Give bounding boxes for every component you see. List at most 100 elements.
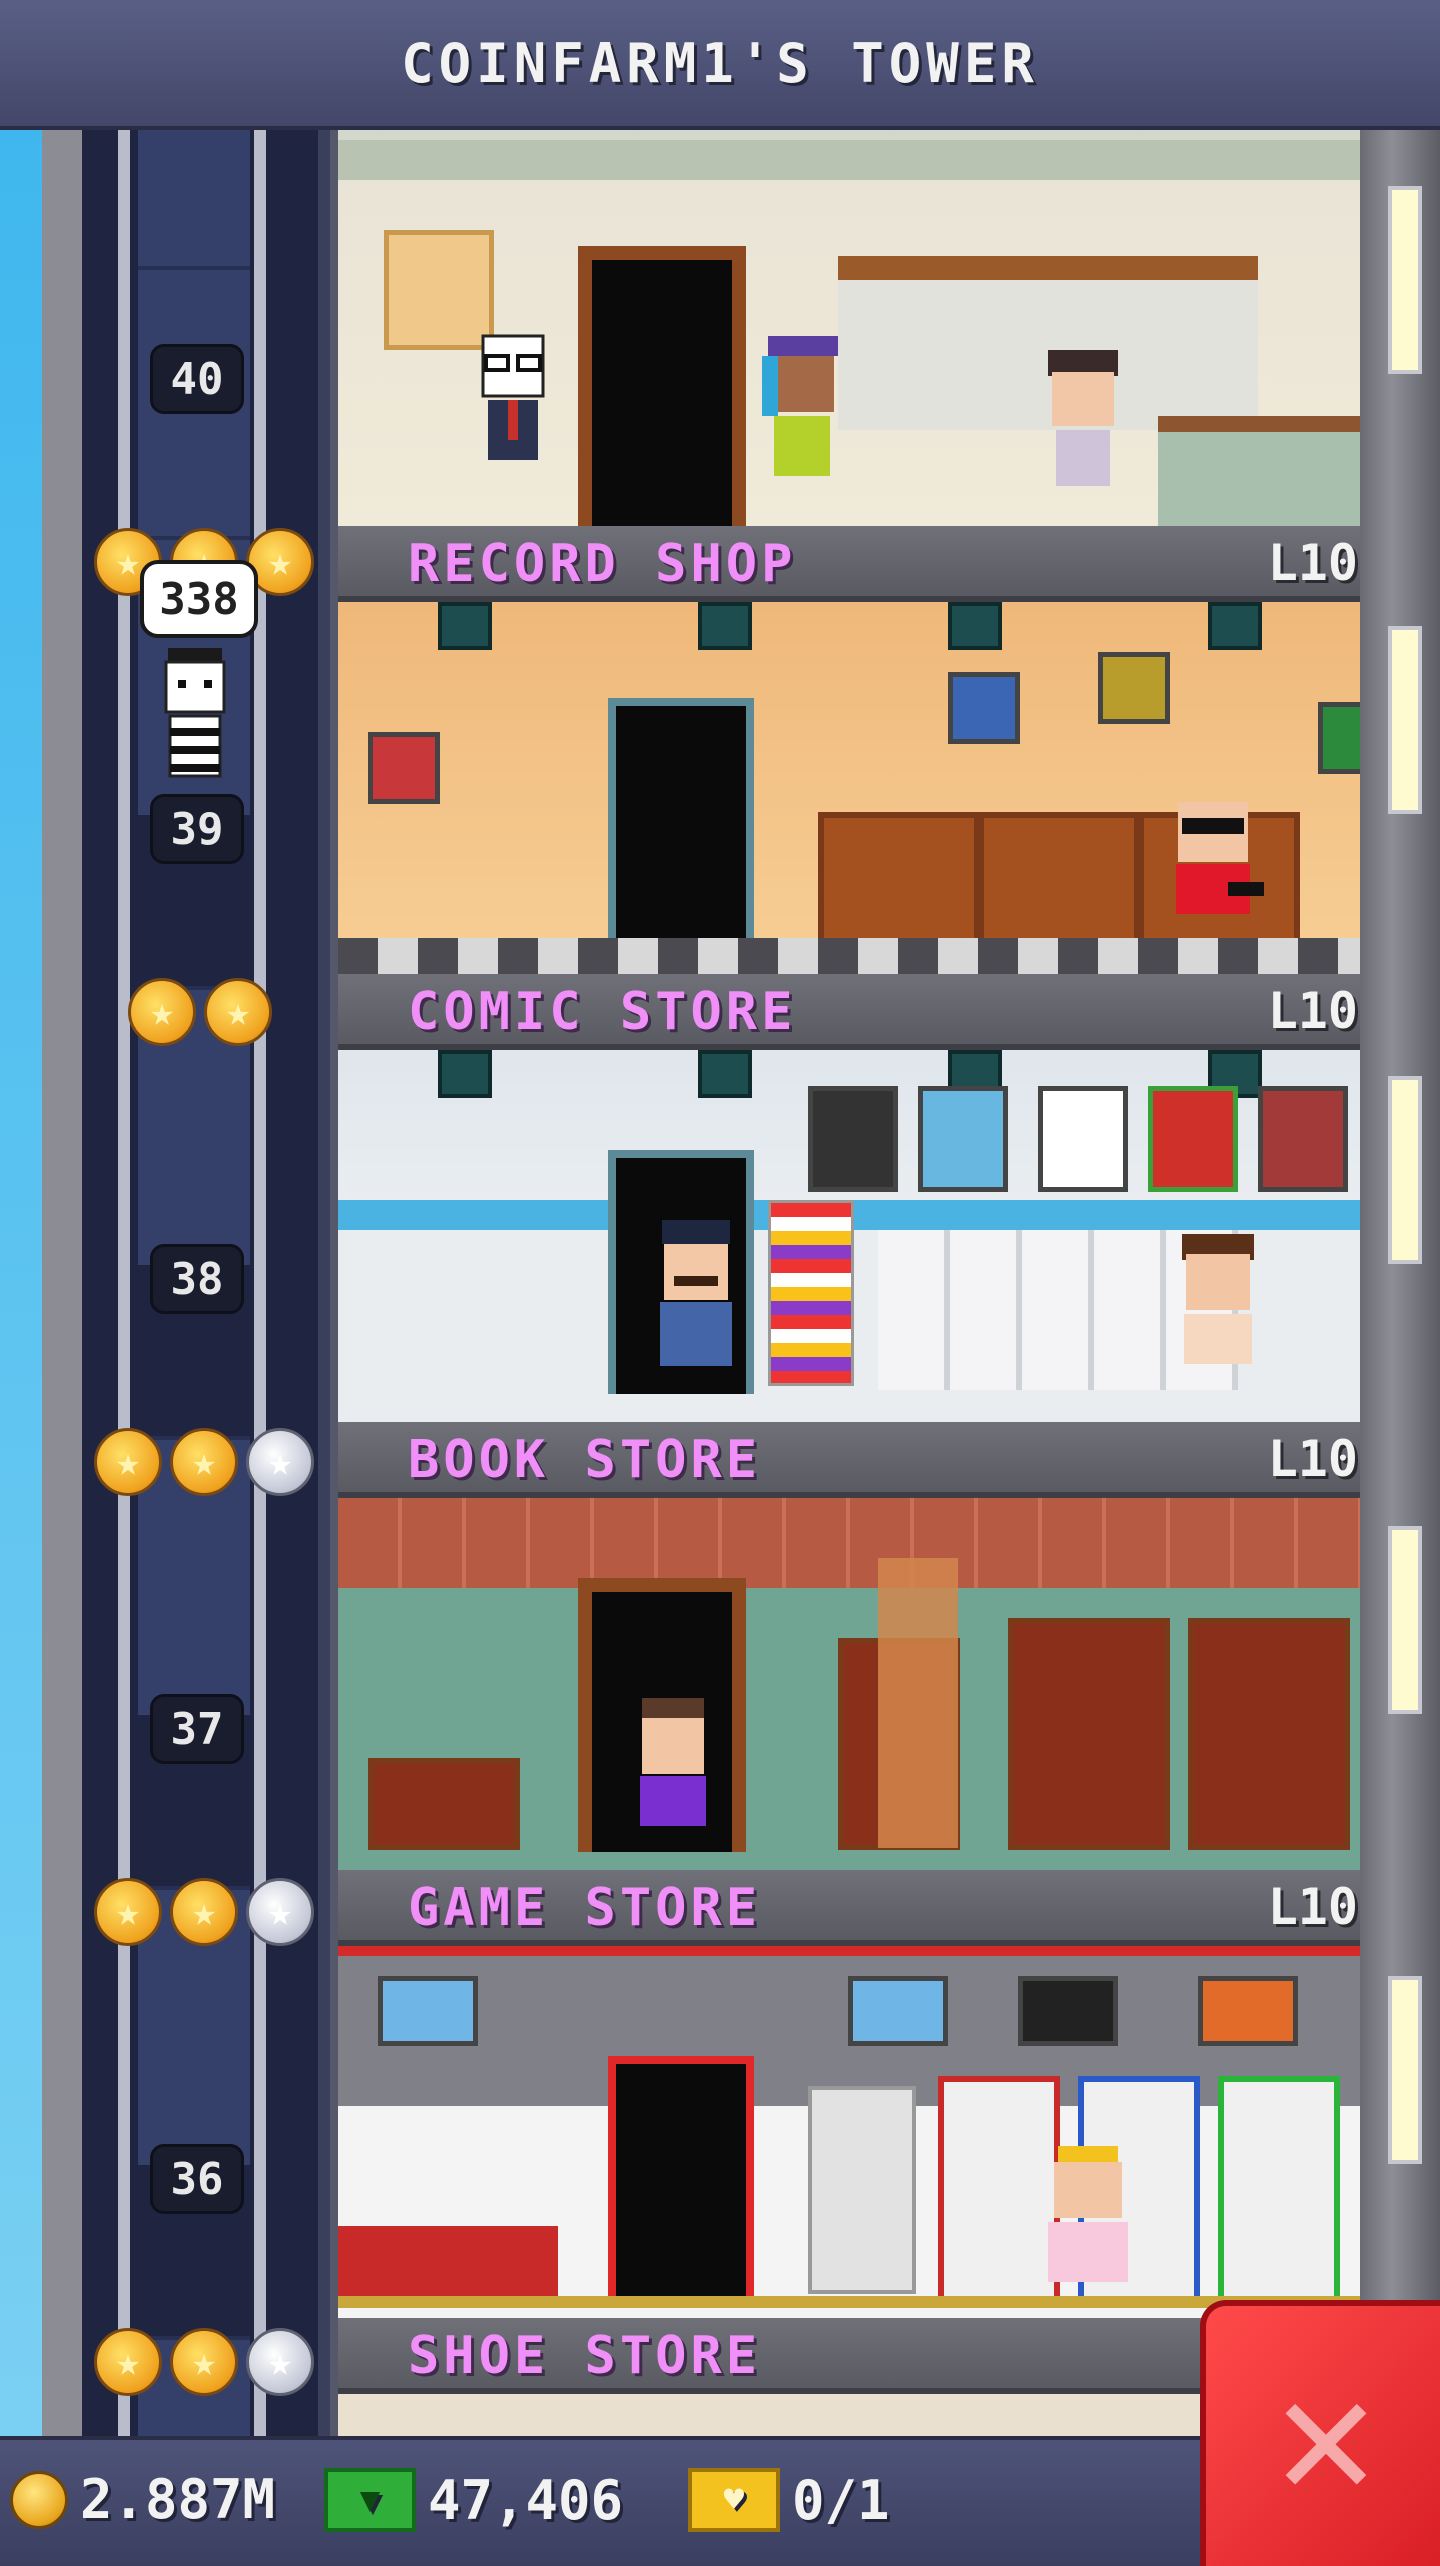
silver-star-icon: ★ (246, 1428, 314, 1496)
floor-name: RECORD SHOP (408, 534, 797, 594)
floor-door (608, 2056, 754, 2300)
silver-star-icon: ★ (246, 2328, 314, 2396)
ceiling-lamp (438, 1050, 492, 1098)
game-poster (848, 1976, 948, 2046)
floor-number-label: 40 (150, 344, 244, 414)
elevator-passenger-count: 338 (140, 560, 258, 638)
elevator-rail-left (118, 126, 130, 2436)
window-light (1388, 1526, 1422, 1714)
gold-star-icon: ★ (204, 978, 272, 1046)
game-shelf (1218, 2076, 1340, 2308)
support-pillar (878, 1558, 958, 1848)
elevator-rider-sprite (164, 648, 226, 778)
record-bin (818, 812, 980, 954)
checkout-counter (1158, 416, 1368, 526)
close-button[interactable]: ✕ (1200, 2300, 1440, 2566)
floor-header: GAME STORE L10 (338, 1870, 1368, 1946)
floor-room (338, 602, 1368, 974)
elevator-rail-right (254, 126, 266, 2436)
comic-poster (808, 1086, 898, 1192)
bux-stat[interactable]: ▼ 47,406 (324, 2468, 623, 2532)
floor-door (608, 698, 754, 946)
ceiling-lamp (1208, 602, 1262, 650)
floor-room (338, 126, 1368, 526)
gold-star-icon: ★ (94, 2328, 162, 2396)
floor-header: COMIC STORE L10 (338, 974, 1368, 1050)
floor-room (338, 1050, 1368, 1422)
gold-star-icon: ★ (94, 1428, 162, 1496)
record-bin (978, 812, 1140, 954)
ceiling-lamp (698, 1050, 752, 1098)
ceiling-strip (338, 140, 1368, 180)
floor-book-store[interactable]: BOOK STORE L10 (330, 1422, 1368, 1870)
wall-poster (1098, 652, 1170, 724)
silver-star-icon: ★ (246, 1878, 314, 1946)
floor-game-store[interactable]: GAME STORE L10 (330, 1870, 1368, 2318)
gold-star-icon: ★ (128, 978, 196, 1046)
floor-door (578, 246, 746, 526)
top-bar: COINFARM1'S TOWER (0, 0, 1440, 130)
comic-poster (1148, 1086, 1238, 1192)
bux-value: 47,406 (428, 2468, 624, 2532)
elevator-shaft[interactable]: 40 39 38 37 36 ★ ★ ★ ★ ★ ★ ★ ★ ★ ★ ★ ★ ★… (82, 126, 318, 2440)
floor-tiles (338, 938, 1368, 974)
coins-value: 2.887M (80, 2468, 276, 2531)
window-light (1388, 1076, 1422, 1264)
bookshelf-low (368, 1758, 520, 1850)
floor-name: GAME STORE (408, 1878, 762, 1938)
ceiling-lamp (438, 602, 492, 650)
gold-star-icon: ★ (94, 1878, 162, 1946)
shaft-segment (138, 126, 250, 270)
window-light (1388, 186, 1422, 374)
arcade-cabinet (808, 2086, 916, 2294)
floor-number-label: 38 (150, 1244, 244, 1314)
game-poster (1198, 1976, 1298, 2046)
floor-room (338, 1946, 1368, 2318)
gold-star-icon: ★ (170, 1428, 238, 1496)
brick-wall (338, 1498, 1368, 1588)
coins-stat[interactable]: 2.887M (10, 2468, 275, 2531)
bux-icon: ▼ (324, 2468, 416, 2532)
window-light (1388, 626, 1422, 814)
comic-poster (1038, 1086, 1128, 1192)
tower-title: COINFARM1'S TOWER (401, 31, 1039, 95)
floor-name: COMIC STORE (408, 982, 797, 1042)
comic-poster (918, 1086, 1008, 1192)
floor-header: BOOK STORE L10 (338, 1422, 1368, 1498)
floor-comic-store[interactable]: COMIC STORE L10 (330, 974, 1368, 1422)
ceiling-lamp (948, 602, 1002, 650)
floor-clothing-partial[interactable] (330, 126, 1368, 526)
floor-star-rating: ★ ★ ★ (94, 2328, 314, 2396)
shopper-sprite (1048, 2146, 1128, 2282)
close-icon: ✕ (1274, 2337, 1378, 2535)
tickets-stat[interactable]: ♥ 0/1 (688, 2468, 890, 2532)
floor-name: SHOE STORE (408, 2326, 762, 2386)
floor-record-shop[interactable]: RECORD SHOP L10 (330, 526, 1368, 974)
floor-number-label: 36 (150, 2144, 244, 2214)
tickets-value: 0/1 (792, 2468, 890, 2532)
floor-star-rating: ★ ★ ★ (94, 1878, 314, 1946)
shopper-sprite (1182, 1234, 1254, 1364)
tower-right-wall (1360, 126, 1440, 2436)
floor-star-rating: ★ ★ (128, 978, 272, 1046)
comic-poster (1258, 1086, 1348, 1192)
floor-header: RECORD SHOP L10 (338, 526, 1368, 602)
floor-name: BOOK STORE (408, 1430, 762, 1490)
shopper-sprite (1048, 350, 1118, 486)
clothing-rack (838, 256, 1258, 280)
security-guard-sprite (660, 1220, 732, 1366)
floor-level-badge: L10 (1267, 982, 1358, 1040)
golden-ticket-icon: ♥ (688, 2468, 780, 2532)
floor-room (338, 1498, 1368, 1870)
gold-star-icon: ★ (170, 1878, 238, 1946)
shopper-sprite (640, 1698, 706, 1826)
elevator-car[interactable]: 338 (140, 540, 258, 800)
shopper-sprite (762, 336, 838, 476)
floor-level-badge: L10 (1267, 1878, 1358, 1936)
gold-star-icon: ★ (170, 2328, 238, 2396)
floor-number-label: 37 (150, 1694, 244, 1764)
coin-icon (10, 2470, 68, 2529)
game-poster (1018, 1976, 1118, 2046)
floor-star-rating: ★ ★ ★ (94, 1428, 314, 1496)
wall-poster (948, 672, 1020, 744)
